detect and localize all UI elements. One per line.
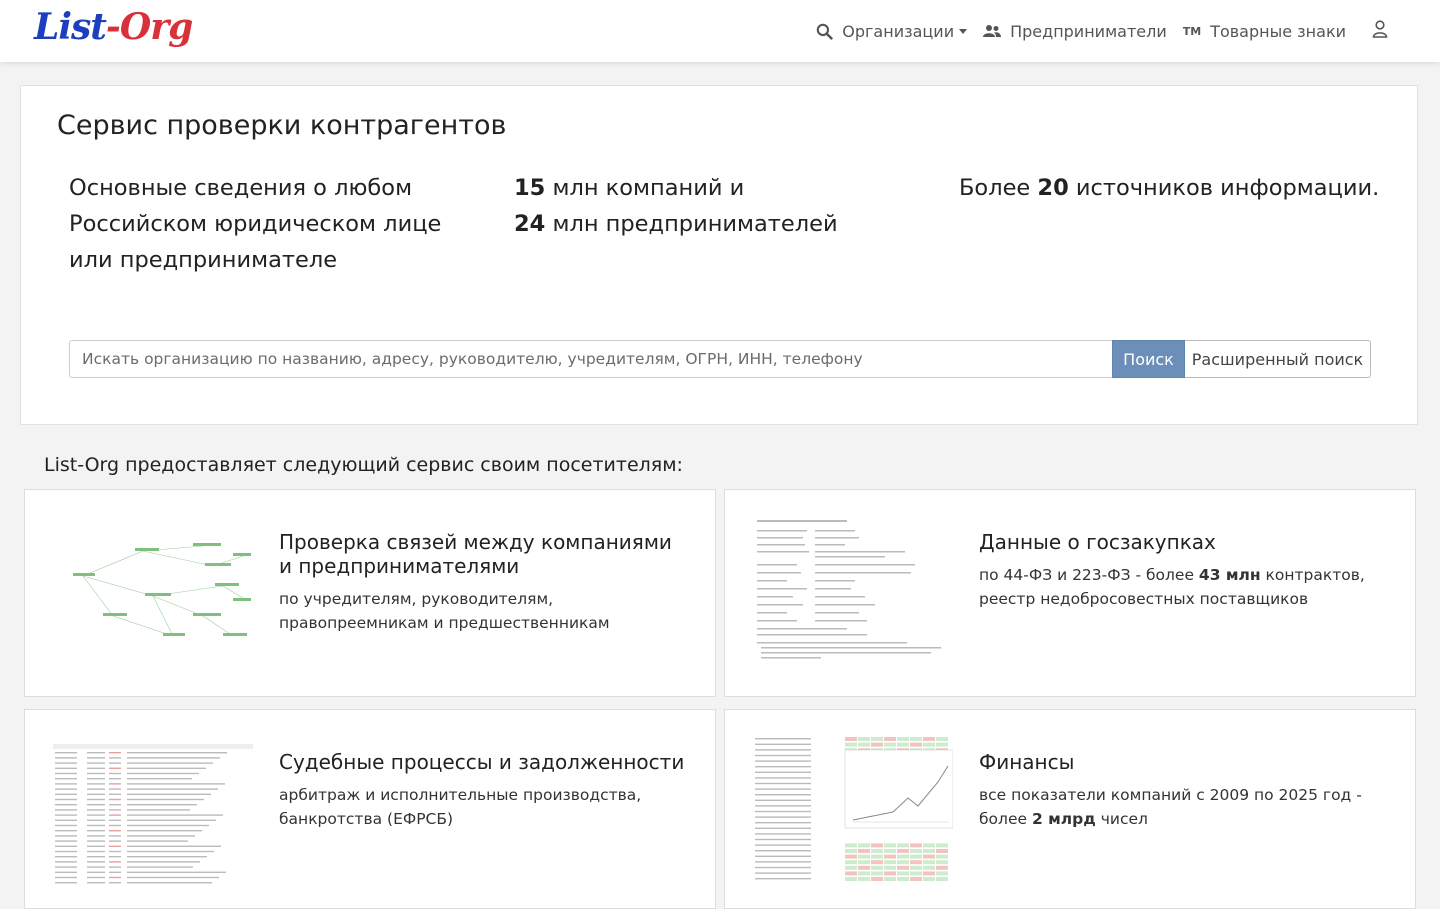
nav-entrepreneurs[interactable]: Предприниматели bbox=[983, 22, 1167, 41]
procurement-document-thumbnail bbox=[753, 516, 953, 666]
advanced-search-button[interactable]: Расширенный поиск bbox=[1185, 340, 1371, 378]
logo-part-org: Org bbox=[119, 6, 193, 48]
service-card-court-cases[interactable]: Судебные процессы и задолженности арбитр… bbox=[24, 709, 716, 909]
procurement-desc-pre: по 44-ФЗ и 223-ФЗ - более bbox=[979, 566, 1199, 584]
search-button[interactable]: Поиск bbox=[1112, 340, 1185, 378]
top-navbar: List-Org Организации Предприниматели TM … bbox=[0, 0, 1440, 62]
service-title-connections: Проверка связей между компаниями и предп… bbox=[279, 530, 672, 578]
service-desc-connections: по учредителям, руководителям, правопрее… bbox=[279, 590, 610, 632]
entrepreneurs-count-text: млн предпринимателей bbox=[545, 211, 838, 237]
service-card-finance[interactable]: Финансы все показатели компаний с 2009 п… bbox=[724, 709, 1416, 909]
users-icon bbox=[983, 24, 1002, 38]
service-card-connections[interactable]: Проверка связей между компаниями и предп… bbox=[24, 489, 716, 697]
nav-organizations-dropdown[interactable]: Организации bbox=[816, 21, 968, 41]
nav-user-account[interactable] bbox=[1372, 20, 1388, 42]
companies-count-text: млн компаний и bbox=[545, 175, 745, 201]
sources-count: 20 bbox=[1037, 175, 1069, 201]
contracts-count: 43 млн bbox=[1198, 566, 1261, 584]
service-desc-court-cases: арбитраж и исполнительные производства, … bbox=[279, 786, 642, 828]
finance-desc-post: чисел bbox=[1095, 810, 1148, 828]
search-icon bbox=[816, 23, 833, 40]
companies-count: 15 bbox=[514, 175, 546, 201]
logo-dash: - bbox=[105, 6, 121, 48]
finance-table-thumbnail bbox=[753, 736, 953, 886]
search-bar: Поиск Расширенный поиск bbox=[69, 340, 1371, 378]
service-card-procurement[interactable]: Данные о госзакупках по 44-ФЗ и 223-ФЗ -… bbox=[724, 489, 1416, 697]
entrepreneurs-count: 24 bbox=[514, 211, 546, 237]
logo-part-list: List bbox=[34, 6, 107, 48]
service-title-procurement: Данные о госзакупках bbox=[979, 530, 1216, 554]
nav-organizations-label: Организации bbox=[842, 21, 955, 41]
numbers-count: 2 млрд bbox=[1031, 810, 1096, 828]
user-icon bbox=[1372, 20, 1388, 42]
service-title-finance: Финансы bbox=[979, 750, 1075, 774]
sources-text-pre: Более bbox=[959, 175, 1038, 201]
page-title: Сервис проверки контрагентов bbox=[57, 110, 507, 141]
service-desc-finance: все показатели компаний с 2009 по 2025 г… bbox=[979, 783, 1379, 831]
site-logo[interactable]: List-Org bbox=[34, 6, 193, 48]
service-desc-procurement: по 44-ФЗ и 223-ФЗ - более 43 млн контрак… bbox=[979, 563, 1379, 611]
feature-sources: Более 20 источников информации. bbox=[959, 170, 1399, 206]
service-title-court-cases: Судебные процессы и задолженности bbox=[279, 750, 685, 774]
court-cases-table-thumbnail bbox=[53, 736, 253, 886]
services-heading: List-Org предоставляет следующий сервис … bbox=[44, 454, 683, 476]
connections-graph-thumbnail bbox=[73, 543, 251, 637]
feature-counts: 15 млн компаний и 24 млн предпринимателе… bbox=[514, 170, 934, 242]
sources-text-post: источников информации. bbox=[1068, 175, 1380, 201]
nav-trademarks[interactable]: TM Товарные знаки bbox=[1183, 22, 1346, 41]
trademark-icon: TM bbox=[1182, 24, 1202, 38]
nav-entrepreneurs-label: Предприниматели bbox=[1010, 21, 1167, 41]
nav-menu: Организации Предприниматели TM Товарные … bbox=[800, 0, 1388, 62]
chevron-down-icon bbox=[959, 28, 968, 34]
nav-trademarks-label: Товарные знаки bbox=[1210, 21, 1346, 41]
search-input[interactable] bbox=[69, 340, 1112, 378]
hero-panel: Сервис проверки контрагентов Основные св… bbox=[20, 85, 1418, 425]
feature-basic-info: Основные сведения о любом Российском юри… bbox=[69, 175, 442, 273]
